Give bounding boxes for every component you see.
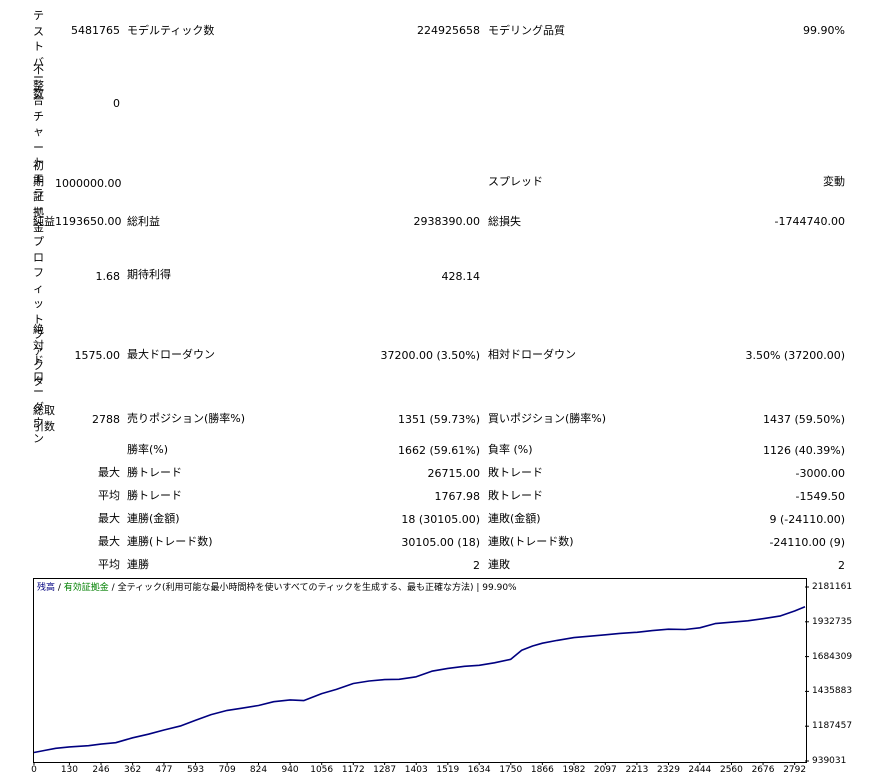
legend-model: 全ティック(利用可能な最小時間枠を使いすべてのティックを生成する、最も正確な方法… xyxy=(117,583,474,593)
x-tick-label: 2097 xyxy=(593,765,617,775)
x-tick-label: 0 xyxy=(31,765,37,775)
x-tick-label: 2560 xyxy=(719,765,743,775)
x-tick-label: 824 xyxy=(249,765,268,775)
x-tick-label: 1634 xyxy=(467,765,491,775)
x-tick-label: 2213 xyxy=(625,765,649,775)
y-tick-label: 1932735 xyxy=(812,616,853,627)
x-tick-label: 1866 xyxy=(530,765,554,775)
y-tick-label: 939031 xyxy=(812,756,847,766)
y-tick-label: 1684309 xyxy=(812,651,853,662)
balance-series-line xyxy=(33,606,806,754)
x-tick-label: 940 xyxy=(281,765,299,775)
y-tick-label: 1187457 xyxy=(812,721,853,732)
x-tick-label: 1056 xyxy=(310,765,334,775)
x-tick-label: 2444 xyxy=(688,765,712,775)
x-tick-label: 130 xyxy=(60,765,78,775)
x-tick-label: 1287 xyxy=(373,765,397,775)
x-tick-label: 1982 xyxy=(562,765,586,775)
balance-chart-plot xyxy=(33,586,809,765)
x-tick-label: 1519 xyxy=(436,765,460,775)
x-tick-label: 1172 xyxy=(341,765,365,775)
legend-quality: 99.90% xyxy=(482,583,517,593)
legend-separator: / xyxy=(55,583,64,593)
x-tick-label: 246 xyxy=(92,765,110,775)
y-tick-label: 2181161 xyxy=(812,582,853,592)
x-tick-label: 2792 xyxy=(783,765,807,775)
legend-separator: / xyxy=(108,583,118,593)
x-tick-label: 709 xyxy=(218,765,236,775)
x-tick-label: 362 xyxy=(124,765,142,775)
x-tick-label: 1403 xyxy=(404,765,428,775)
legend-equity: 有効証拠金 xyxy=(63,583,109,593)
x-tick-label: 2329 xyxy=(657,765,680,775)
x-tick-label: 593 xyxy=(186,765,205,775)
y-tick-label: 1435883 xyxy=(812,686,853,697)
chart-legend: 残高 / 有効証拠金 / 全ティック(利用可能な最小時間枠を使いすべてのティック… xyxy=(37,582,517,594)
legend-balance: 残高 xyxy=(37,583,56,593)
legend-separator: | xyxy=(473,583,483,593)
x-tick-label: 2676 xyxy=(751,765,775,775)
x-tick-label: 1750 xyxy=(499,765,523,775)
x-tick-label: 477 xyxy=(155,765,173,775)
